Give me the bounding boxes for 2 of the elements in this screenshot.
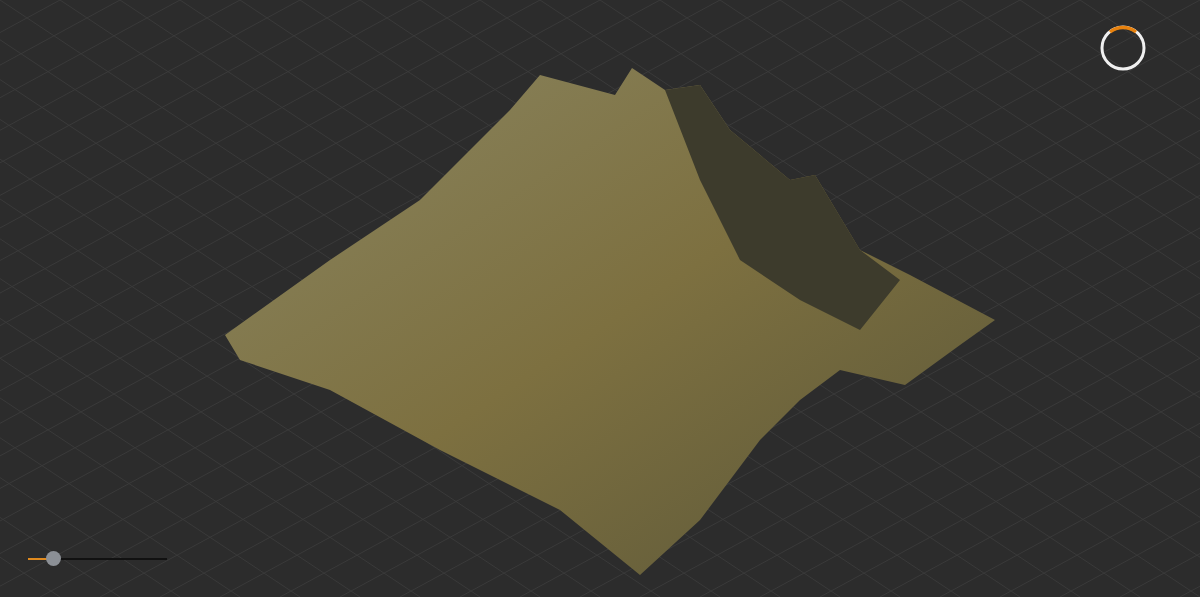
orbit-ring-icon[interactable] <box>1098 23 1148 73</box>
slider-thumb[interactable] <box>46 551 61 566</box>
